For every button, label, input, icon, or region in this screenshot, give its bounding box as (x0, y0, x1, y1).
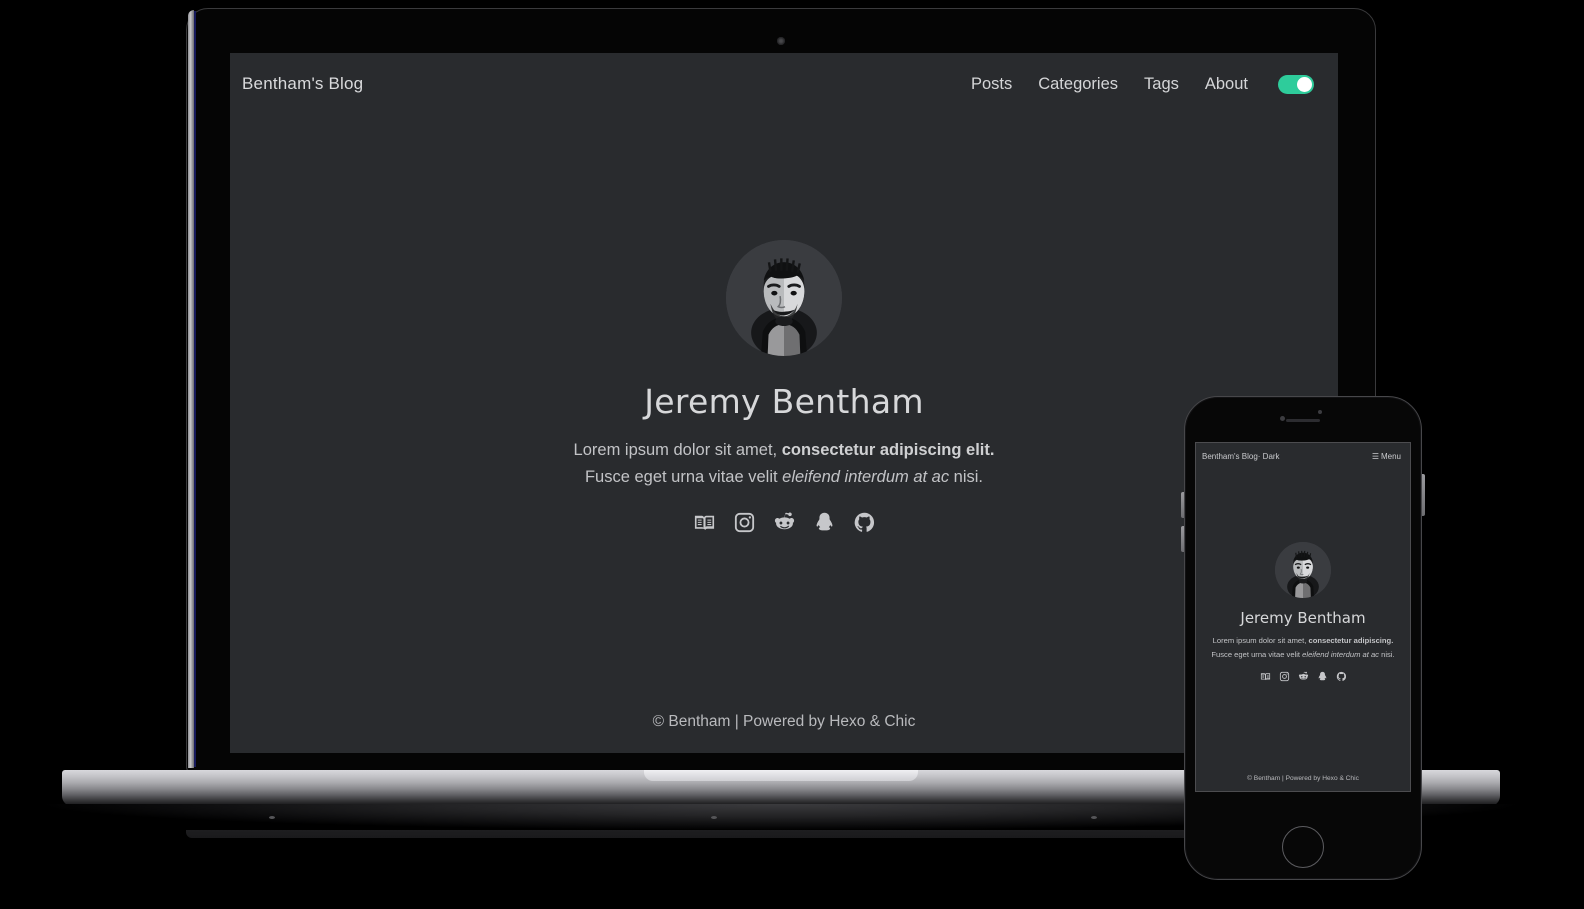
iphone-home-button[interactable] (1282, 826, 1324, 868)
mobile-book-icon[interactable] (1260, 671, 1271, 682)
mobile-bio-line-2-plain-a: Fusce eget urna vitae velit (1211, 649, 1303, 659)
macbook-foot-dot (711, 816, 717, 819)
nav-link-tags[interactable]: Tags (1144, 75, 1179, 94)
desktop-site: Bentham's Blog Posts Categories Tags Abo… (230, 53, 1338, 753)
bio-line-1-bold: consectetur adipiscing elit. (781, 441, 995, 460)
mobile-site: Bentham's Blog· Dark ☰ Menu Jeremy Benth… (1196, 443, 1410, 791)
iphone-front-camera-icon (1280, 416, 1285, 421)
mobile-reddit-icon[interactable] (1298, 671, 1309, 682)
desktop-navbar: Bentham's Blog Posts Categories Tags Abo… (230, 53, 1338, 115)
mobile-qq-icon[interactable] (1317, 671, 1328, 682)
nav-link-categories[interactable]: Categories (1038, 75, 1118, 94)
theme-toggle-switch[interactable] (1278, 74, 1314, 94)
site-brand[interactable]: Bentham's Blog (242, 74, 363, 94)
social-links (693, 511, 876, 534)
mobile-menu-label: Menu (1380, 451, 1401, 461)
mobile-navbar: Bentham's Blog· Dark ☰ Menu (1196, 443, 1410, 469)
screenshot-stage: Bentham's Blog Posts Categories Tags Abo… (0, 0, 1584, 909)
bio-line-2-italic: eleifend interdum at ac (782, 468, 950, 486)
github-icon[interactable] (853, 511, 876, 534)
macbook-webcam-icon (777, 37, 785, 45)
iphone-proximity-sensor-icon (1318, 410, 1322, 414)
theme-toggle-knob (1297, 76, 1312, 92)
iphone-device: Bentham's Blog· Dark ☰ Menu Jeremy Benth… (1181, 396, 1425, 880)
macbook-foot-dot (1091, 816, 1097, 819)
iphone-earpiece-speaker (1286, 419, 1320, 422)
avatar (726, 240, 842, 357)
page-title: Jeremy Bentham (644, 382, 924, 422)
mobile-bio-line-2: Fusce eget urna vitae velit eleifend int… (1211, 648, 1394, 661)
desktop-nav-links: Posts Categories Tags About (971, 74, 1314, 94)
mobile-bio-line-1-bold: consectetur adipiscing. (1308, 636, 1394, 646)
mobile-page-title: Jeremy Bentham (1240, 609, 1366, 628)
mobile-menu-button[interactable]: ☰ Menu (1372, 452, 1401, 461)
bio-line-1-plain: Lorem ipsum dolor sit amet, (573, 441, 782, 460)
bio-line-2: Fusce eget urna vitae velit eleifend int… (585, 464, 983, 491)
desktop-footer: © Bentham | Powered by Hexo & Chic (652, 713, 916, 730)
macbook-foot-dot (269, 816, 275, 819)
mobile-footer: © Bentham | Powered by Hexo & Chic (1247, 775, 1359, 782)
bio-line-2-plain-b: nisi. (949, 468, 984, 486)
mobile-avatar (1275, 542, 1331, 599)
iphone-volume-down-button[interactable] (1181, 526, 1184, 552)
iphone-screen: Bentham's Blog· Dark ☰ Menu Jeremy Benth… (1195, 442, 1411, 792)
book-icon[interactable] (693, 511, 716, 534)
mobile-site-brand[interactable]: Bentham's Blog· Dark (1202, 452, 1280, 461)
mobile-bio-line-1: Lorem ipsum dolor sit amet, consectetur … (1213, 634, 1394, 647)
mobile-hero: Jeremy Bentham Lorem ipsum dolor sit ame… (1196, 469, 1410, 775)
macbook-base-notch (644, 770, 918, 781)
reddit-icon[interactable] (773, 511, 796, 534)
mobile-instagram-icon[interactable] (1279, 671, 1290, 682)
nav-link-about[interactable]: About (1205, 75, 1248, 94)
hamburger-icon: ☰ (1371, 451, 1379, 461)
instagram-icon[interactable] (733, 511, 756, 534)
mobile-github-icon[interactable] (1336, 671, 1347, 682)
bio-line-1: Lorem ipsum dolor sit amet, consectetur … (574, 437, 995, 464)
iphone-power-button[interactable] (1422, 474, 1425, 516)
nav-link-posts[interactable]: Posts (971, 75, 1012, 94)
qq-icon[interactable] (813, 511, 836, 534)
desktop-hero: Jeremy Bentham Lorem ipsum dolor sit ame… (230, 115, 1338, 713)
iphone-volume-up-button[interactable] (1181, 492, 1184, 518)
mobile-social-links (1260, 671, 1347, 682)
bio-line-2-plain-a: Fusce eget urna vitae velit (584, 468, 783, 486)
macbook-screen: Bentham's Blog Posts Categories Tags Abo… (230, 53, 1338, 753)
mobile-bio-line-1-plain: Lorem ipsum dolor sit amet, (1212, 636, 1309, 646)
mobile-bio-line-2-italic: eleifend interdum at ac (1302, 649, 1379, 659)
mobile-bio-line-2-plain-b: nisi. (1378, 649, 1395, 659)
